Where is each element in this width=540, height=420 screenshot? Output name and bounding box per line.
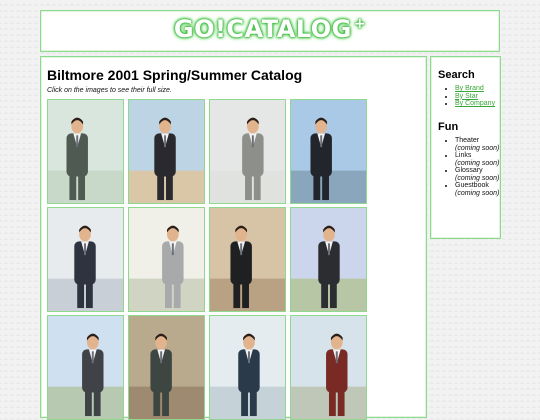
model-photo — [210, 208, 285, 311]
coming-soon-note: (coming soon) — [455, 189, 500, 197]
catalog-photo-9[interactable] — [47, 315, 124, 420]
fun-item-links: Links(coming soon) — [455, 152, 507, 167]
fun-list: Theater(coming soon) Links(coming soon) … — [445, 137, 507, 197]
catalog-photo-3[interactable] — [209, 99, 286, 204]
fun-item-label: Guestbook — [455, 182, 489, 189]
catalog-photo-4[interactable] — [290, 99, 367, 204]
catalog-photo-10[interactable] — [128, 315, 205, 420]
model-photo — [48, 100, 123, 203]
fun-item-theater: Theater(coming soon) — [455, 137, 507, 152]
search-heading: Search — [438, 69, 475, 81]
search-links: By Brand By Star By Company — [445, 85, 507, 108]
model-photo — [129, 208, 204, 311]
logo-plus: + — [353, 16, 367, 32]
fun-item-label: Glossary — [455, 167, 483, 174]
model-photo — [129, 100, 204, 203]
model-photo — [48, 316, 123, 419]
model-photo — [129, 316, 204, 419]
catalog-photo-5[interactable] — [47, 207, 124, 312]
catalog-photo-11[interactable] — [209, 315, 286, 420]
site-logo[interactable]: GO!CATALOG + — [41, 15, 499, 43]
search-by-brand-link[interactable]: By Brand — [455, 85, 484, 92]
site-header: GO!CATALOG + — [40, 10, 500, 52]
catalog-photo-1[interactable] — [47, 99, 124, 204]
model-photo — [291, 100, 366, 203]
model-photo — [210, 100, 285, 203]
search-by-company-link[interactable]: By Company — [455, 100, 495, 107]
logo-text: GO!CATALOG — [173, 15, 352, 43]
fun-heading: Fun — [438, 121, 459, 133]
catalog-photo-6[interactable] — [128, 207, 205, 312]
catalog-photo-8[interactable] — [290, 207, 367, 312]
catalog-photo-7[interactable] — [209, 207, 286, 312]
model-photo — [48, 208, 123, 311]
search-link-item: By Company — [455, 100, 507, 108]
model-photo — [291, 316, 366, 419]
coming-soon-note: (coming soon) — [455, 159, 500, 167]
catalog-photo-2[interactable] — [128, 99, 205, 204]
catalog-photo-12[interactable] — [290, 315, 367, 420]
model-photo — [210, 316, 285, 419]
model-photo — [291, 208, 366, 311]
main-content: Biltmore 2001 Spring/Summer Catalog Clic… — [40, 56, 427, 420]
sidebar: Search By Brand By Star By Company Fun T… — [430, 56, 501, 239]
search-by-star-link[interactable]: By Star — [455, 93, 478, 100]
search-link-item: By Star — [455, 93, 507, 101]
fun-item-guestbook: Guestbook(coming soon) — [455, 182, 507, 197]
search-link-item: By Brand — [455, 85, 507, 93]
page-subtitle: Click on the images to see their full si… — [47, 87, 172, 94]
fun-item-label: Links — [455, 152, 472, 159]
coming-soon-note: (coming soon) — [455, 174, 500, 182]
fun-item-glossary: Glossary(coming soon) — [455, 167, 507, 182]
coming-soon-note: (coming soon) — [455, 144, 500, 152]
fun-item-label: Theater — [455, 137, 480, 144]
page-title: Biltmore 2001 Spring/Summer Catalog — [47, 67, 303, 83]
